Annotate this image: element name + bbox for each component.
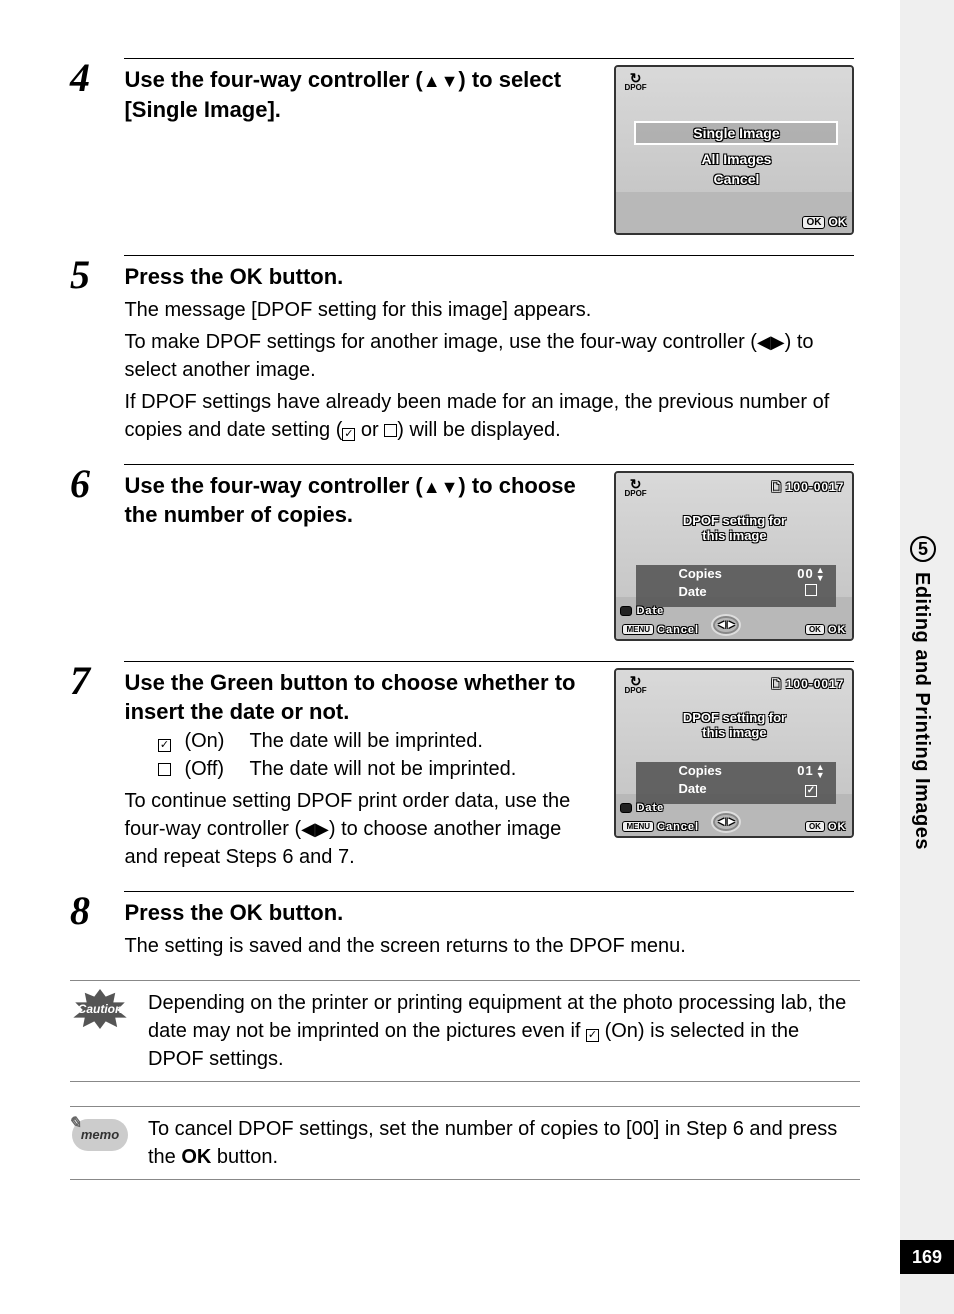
caution-icon: Caution <box>71 989 129 1029</box>
down-triangle-icon: ▼ <box>441 71 459 91</box>
step-number: 8 <box>70 891 120 931</box>
date-label: Date <box>678 584 706 599</box>
step-number: 4 <box>70 58 120 98</box>
copies-label: Copies <box>678 763 721 780</box>
updown-stepper-icon[interactable]: ▲▼ <box>816 566 826 582</box>
caution-callout: Caution Depending on the printer or prin… <box>70 980 860 1082</box>
date-checkbox-off[interactable] <box>805 584 817 596</box>
menu-key-icon: MENU <box>622 821 654 832</box>
date-label: Date <box>678 781 706 797</box>
step-6: 6 Use the four-way controller (▲▼) to ch… <box>70 464 860 641</box>
cancel-label: Cancel <box>657 821 699 833</box>
off-label: (Off) <box>184 755 239 783</box>
step-4: 4 Use the four-way controller (▲▼) to se… <box>70 58 860 235</box>
step-5: 5 Press the OK button. The message [DPOF… <box>70 255 860 444</box>
ok-key-icon: OK <box>805 821 825 832</box>
up-triangle-icon: ▲ <box>423 71 441 91</box>
down-triangle-icon: ▼ <box>441 477 459 497</box>
step-7-heading: Use the Green button to choose whether t… <box>124 668 594 727</box>
dpof-icon: DPOF <box>624 73 646 92</box>
camera-screen-step7: DPOF 100-0017 DPOF setting for this imag… <box>614 668 854 838</box>
checkbox-on-icon: ✓ <box>342 428 355 441</box>
cancel-label: Cancel <box>657 624 699 636</box>
green-button-hint: Date <box>620 605 664 617</box>
caution-text: Depending on the printer or printing equ… <box>148 989 860 1073</box>
on-description: The date will be imprinted. <box>249 727 482 755</box>
menu-key-icon: MENU <box>622 624 654 635</box>
folder-number: 100-0017 <box>772 676 845 695</box>
step-7: 7 Use the Green button to choose whether… <box>70 661 860 871</box>
screen-title: DPOF setting for this image <box>616 710 852 741</box>
ok-label: OK <box>828 624 847 636</box>
folder-number: 100-0017 <box>772 479 845 498</box>
menu-item-cancel[interactable]: Cancel <box>634 169 838 189</box>
checkbox-on-icon: ✓ <box>158 739 171 752</box>
checkbox-off-icon <box>158 763 171 776</box>
checkbox-off-icon <box>384 424 397 437</box>
green-button-hint: Date <box>620 802 664 814</box>
on-row: ✓ (On) The date will be imprinted. <box>154 727 594 755</box>
memo-callout: memo To cancel DPOF settings, set the nu… <box>70 1106 860 1180</box>
copies-value[interactable]: 01▲▼ <box>796 763 826 780</box>
dpof-icon: DPOF <box>624 676 646 695</box>
memo-icon: memo <box>72 1119 128 1151</box>
green-button-icon <box>620 606 632 616</box>
off-row: (Off) The date will not be imprinted. <box>154 755 594 783</box>
step-number: 5 <box>70 255 120 295</box>
step-5-heading: Press the OK button. <box>124 262 854 292</box>
step-8-heading: Press the OK button. <box>124 898 854 928</box>
green-button-label: Date <box>636 802 664 814</box>
page-body: 4 Use the four-way controller (▲▼) to se… <box>70 58 860 1180</box>
updown-stepper-icon[interactable]: ▲▼ <box>816 763 826 779</box>
screen-title: DPOF setting for this image <box>616 513 852 544</box>
date-checkbox-on[interactable]: ✓ <box>805 785 817 797</box>
menu-item-single-image[interactable]: Single Image <box>634 121 838 145</box>
step-8-line1: The setting is saved and the screen retu… <box>124 932 854 960</box>
step-5-line1: The message [DPOF setting for this image… <box>124 296 854 324</box>
sidebar: 5 Editing and Printing Images <box>910 536 936 850</box>
ok-indicator: OK OK <box>802 215 846 229</box>
right-triangle-icon: ▶ <box>771 332 785 352</box>
dpof-icon: DPOF <box>624 479 646 498</box>
copies-value[interactable]: 00▲▼ <box>796 566 826 583</box>
step-8: 8 Press the OK button. The setting is sa… <box>70 891 860 960</box>
step-5-line3: If DPOF settings have already been made … <box>124 388 854 444</box>
settings-panel: Copies 01▲▼ Date ✓ <box>636 762 836 804</box>
step-5-line2: To make DPOF settings for another image,… <box>124 328 854 384</box>
ok-word: OK <box>230 900 263 925</box>
step-6-heading: Use the four-way controller (▲▼) to choo… <box>124 471 594 530</box>
chapter-number: 5 <box>910 536 936 562</box>
on-label: (On) <box>184 727 239 755</box>
off-description: The date will not be imprinted. <box>249 755 516 783</box>
step-number: 7 <box>70 661 120 701</box>
page-number: 169 <box>900 1240 954 1274</box>
step-number: 6 <box>70 464 120 504</box>
right-triangle-icon: ▶ <box>315 819 329 839</box>
ok-label: OK <box>828 821 847 833</box>
settings-panel: Copies 00▲▼ Date <box>636 565 836 607</box>
left-triangle-icon: ◀ <box>757 332 771 352</box>
checkbox-on-icon: ✓ <box>586 1029 599 1042</box>
step-4-heading: Use the four-way controller (▲▼) to sele… <box>124 65 594 124</box>
green-button-label: Date <box>636 605 664 617</box>
menu-item-all-images[interactable]: All Images <box>634 149 838 169</box>
up-triangle-icon: ▲ <box>423 477 441 497</box>
ok-word: OK <box>181 1146 211 1168</box>
camera-screen-step6: DPOF 100-0017 DPOF setting for this imag… <box>614 471 854 641</box>
camera-screen-step4: DPOF Single Image All Images Cancel OK O… <box>614 65 854 235</box>
copies-label: Copies <box>678 566 721 583</box>
ok-word: OK <box>230 264 263 289</box>
left-triangle-icon: ◀ <box>301 819 315 839</box>
memo-text: To cancel DPOF settings, set the number … <box>148 1115 860 1171</box>
ok-key-icon: OK <box>802 216 825 229</box>
step-7-continue: To continue setting DPOF print order dat… <box>124 787 594 871</box>
ok-key-icon: OK <box>805 624 825 635</box>
ok-label: OK <box>828 215 846 229</box>
green-button-icon <box>620 803 632 813</box>
chapter-title: Editing and Printing Images <box>910 572 933 850</box>
